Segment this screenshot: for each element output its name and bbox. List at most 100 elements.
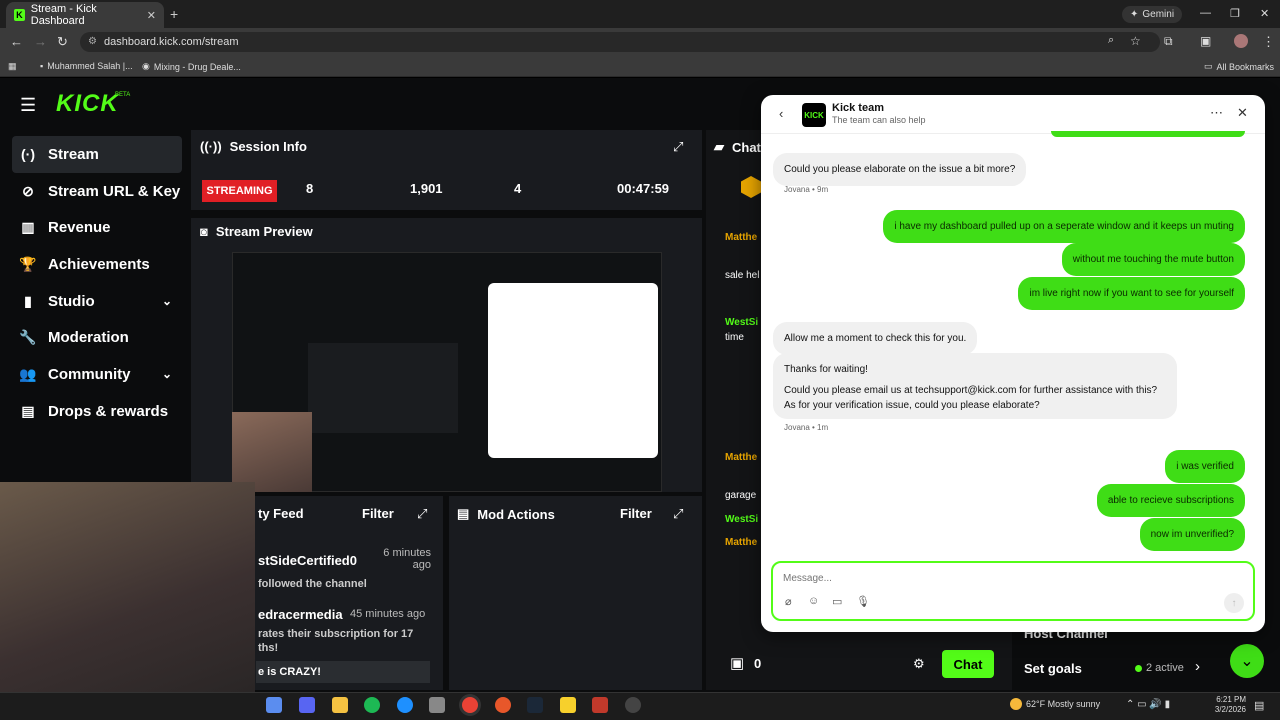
chat-username[interactable]: Matthe [725,537,757,548]
gemini-button[interactable]: ✦ Gemini [1122,6,1183,23]
stream-icon: (·) [21,146,35,163]
site-info-icon[interactable]: ⚙ [88,36,97,47]
chat-send-button[interactable]: Chat [942,650,994,678]
wrench-icon: 🔧 [19,329,37,346]
camera-icon: ◙ [200,224,208,239]
edge-icon[interactable] [397,697,413,713]
activity-user[interactable]: stSideCertified0 [258,553,357,568]
weather-widget[interactable]: 62°F Mostly sunny [1010,698,1100,710]
obs-icon[interactable] [625,697,641,713]
previous-message-edge [1051,131,1245,137]
attach-icon[interactable]: ⌀ [785,595,792,608]
chevron-right-icon[interactable]: › [1195,658,1200,675]
user-message: now im unverified? [1139,518,1245,551]
reload-icon[interactable]: ↻ [57,34,68,50]
sidebar-item-studio[interactable]: ▮ Studio ⌄ [12,283,182,320]
tab-title: Stream - Kick Dashboard [30,3,97,27]
popout-icon[interactable]: ⤢ [673,506,683,522]
send-arrow-icon[interactable]: ↑ [1224,593,1244,613]
activity-filter[interactable]: Filter [362,506,394,521]
forward-icon[interactable]: → [34,34,47,49]
mod-filter[interactable]: Filter [620,506,652,521]
chat-bubble-icon: ▰ [714,139,724,154]
user-message: i have my dashboard pulled up on a seper… [883,210,1245,243]
maximize-icon[interactable]: ❐ [1230,7,1240,20]
bookmark-1[interactable]: ▪ Muhammed Salah |... [40,61,133,71]
message-input[interactable] [783,569,1183,587]
browser-tab[interactable]: K Stream - Kick Dashboard ✕ [6,2,164,28]
activity-time: 45 minutes ago [350,608,426,620]
apps-grid-icon[interactable]: ▦ [8,61,17,72]
minimize-icon[interactable]: — [1200,7,1211,19]
discord-icon[interactable] [299,697,315,713]
all-bookmarks[interactable]: ▭ All Bookmarks [1204,61,1274,72]
notes-icon[interactable] [560,697,576,713]
tray-icons[interactable]: ⌃ ▭ 🔊 ▮ [1126,699,1170,710]
stat-followers: 1,901 [410,181,443,196]
sidepanel-icon[interactable]: ▣ [1200,34,1211,48]
close-chat-icon[interactable]: ✕ [1237,105,1248,121]
chat-username[interactable]: WestSi [725,514,758,525]
spotify-icon[interactable] [364,697,380,713]
back-icon[interactable]: ← [10,34,23,49]
streaming-badge: STREAMING [202,180,277,202]
agent-message: Could you please elaborate on the issue … [773,153,1027,186]
copilot-icon[interactable] [266,697,282,713]
kick-logo[interactable]: KICK [56,90,119,118]
brave-icon[interactable] [495,697,511,713]
notification-icon[interactable]: ▤ [1254,699,1264,712]
sidebar-item-moderation[interactable]: 🔧 Moderation [12,319,182,356]
chat-text: sale hel [725,270,760,281]
extensions-icon[interactable]: ⧉ [1164,34,1173,49]
sidebar-item-drops[interactable]: ▤ Drops & rewards [12,393,182,430]
chat-username[interactable]: WestSi [725,317,758,328]
folder-icon: ▭ [1204,61,1213,71]
clock[interactable]: 6:21 PM 3/2/2026 [1198,695,1246,716]
bookmark-star-icon[interactable]: ☆ [1130,34,1141,48]
voicemeeter-icon[interactable] [592,697,608,713]
popout-icon[interactable]: ⤢ [417,506,427,522]
settings-gear-icon[interactable]: ⚙ [913,656,925,672]
microphone-icon[interactable]: 🎙 [856,595,870,608]
more-options-icon[interactable]: ⋯ [1210,105,1223,121]
sidebar-item-community[interactable]: 👥 Community ⌄ [12,356,182,393]
zoom-icon[interactable]: ⌕ [1108,34,1114,47]
bookmark-2[interactable]: ◉ Mixing - Drug Deale... [142,61,241,72]
hamburger-menu-icon[interactable]: ☰ [20,95,36,116]
chat-username[interactable]: Matthe [725,232,757,243]
sidebar-item-stream[interactable]: (·) Stream [12,136,182,173]
browser-tab-bar [0,0,1280,28]
gif-icon[interactable]: ▭ [832,595,842,608]
steam-icon[interactable] [527,697,543,713]
message-meta: Jovana • 1m [784,423,829,432]
new-tab-icon[interactable]: + [170,6,178,22]
activity-message: e is CRAZY! [256,661,430,683]
agent-line: As for your verification issue, could yo… [784,400,1040,411]
app-icon[interactable] [429,697,445,713]
window-close-icon[interactable]: ✕ [1260,7,1269,20]
close-tab-icon[interactable]: ✕ [147,9,156,22]
message-meta: Jovana • 9m [784,185,829,194]
chrome-icon[interactable] [462,697,478,713]
menu-dots-icon[interactable]: ⋮ [1262,34,1275,50]
sidebar-item-stream-url-key[interactable]: ⊘ Stream URL & Key [12,173,182,210]
popout-icon[interactable]: ⤢ [673,139,683,155]
file-explorer-icon[interactable] [332,697,348,713]
set-goals[interactable]: Set goals [1024,661,1082,676]
stat-subs: 4 [514,181,522,196]
message-input-box[interactable]: ⌀ ☺ ▭ 🎙 ↑ [771,561,1255,621]
url-field[interactable]: dashboard.kick.com/stream [80,32,1160,52]
emoji-icon[interactable]: ☺ [808,595,819,607]
activity-user[interactable]: edracermedia [258,607,343,622]
chat-username[interactable]: Matthe [725,452,757,463]
back-arrow-icon[interactable]: ‹ [779,106,783,121]
sidebar-item-revenue[interactable]: ▥ Revenue [12,209,182,246]
stat-uptime: 00:47:59 [617,181,670,196]
revenue-icon: ▥ [21,219,35,236]
support-toggle-button[interactable]: ⌄ [1230,644,1264,678]
preview-chat-window [488,283,658,458]
support-name: Kick team [832,102,884,114]
profile-avatar[interactable] [1234,34,1248,48]
sidebar-item-achievements[interactable]: 🏆 Achievements [12,246,182,283]
user-message: i was verified [1165,450,1245,483]
